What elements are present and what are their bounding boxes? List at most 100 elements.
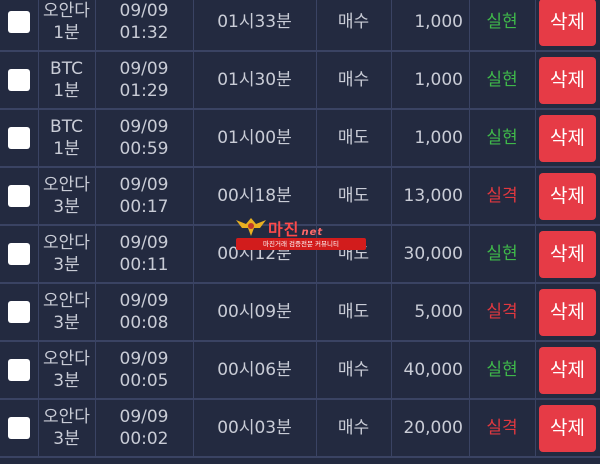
delete-button[interactable]: 삭제 [539,404,596,452]
delete-button[interactable]: 삭제 [539,114,596,162]
row-select-checkbox[interactable] [8,301,30,323]
delete-button[interactable]: 삭제 [539,230,596,278]
order-time: 01시00분 [217,128,292,148]
trade-amount: 1,000 [414,128,463,148]
order-time: 00시09분 [217,302,292,322]
trade-time: 01:32 [119,23,169,43]
row-select-cell [0,110,38,166]
datetime-cell: 09/09 01:29 [95,52,193,108]
trade-type: 매수 [337,360,370,380]
trade-type: 매도 [337,302,370,322]
market-interval: 3분 [53,255,80,275]
trade-result: 실현 [486,360,518,380]
market-interval: 1분 [53,81,80,101]
table-row: 오안다 3분 09/09 00:02 00시03분 매수 20,000 실격 삭… [0,400,600,458]
trade-amount: 13,000 [403,186,463,206]
delete-button[interactable]: 삭제 [539,172,596,220]
datetime-cell: 09/09 01:32 [95,0,193,50]
table-row: 오안다 3분 09/09 00:17 00시18분 매도 13,000 실격 삭… [0,168,600,226]
datetime-cell: 09/09 00:17 [95,168,193,224]
market-interval: 3분 [53,197,80,217]
delete-button[interactable]: 삭제 [539,56,596,104]
delete-cell: 삭제 [535,226,600,282]
datetime-cell: 09/09 00:02 [95,400,193,456]
row-select-cell [0,226,38,282]
table-row: BTC 1분 09/09 01:29 01시30분 매수 1,000 실현 삭제 [0,52,600,110]
delete-button[interactable]: 삭제 [539,346,596,394]
trade-result: 실현 [486,70,518,90]
market-cell: 오안다 3분 [38,342,95,398]
trade-amount: 40,000 [403,360,463,380]
trade-type: 매도 [337,128,370,148]
market-cell: 오안다 1분 [38,0,95,50]
table-row: 오안다 3분 09/09 00:08 00시09분 매도 5,000 실격 삭제 [0,284,600,342]
trade-date: 09/09 [119,117,169,137]
trade-time: 01:29 [119,81,169,101]
trade-amount: 30,000 [403,244,463,264]
trade-result: 실현 [486,128,518,148]
trade-type: 매수 [337,418,370,438]
order-time: 00시18분 [217,186,292,206]
row-select-checkbox[interactable] [8,11,30,33]
row-select-cell [0,284,38,340]
row-select-checkbox[interactable] [8,359,30,381]
trade-result: 실격 [486,186,518,206]
row-select-checkbox[interactable] [8,417,30,439]
trade-type: 매수 [337,70,370,90]
table-row: 오안다 1분 09/09 01:32 01시33분 매수 1,000 실현 삭제 [0,0,600,52]
delete-cell: 삭제 [535,400,600,456]
trade-date: 09/09 [119,1,169,21]
trade-date: 09/09 [119,407,169,427]
market-interval: 3분 [53,371,80,391]
trade-history-table: 오안다 1분 09/09 01:32 01시33분 매수 1,000 실현 삭제… [0,0,600,464]
trade-amount: 20,000 [403,418,463,438]
delete-cell: 삭제 [535,342,600,398]
row-select-checkbox[interactable] [8,243,30,265]
row-select-checkbox[interactable] [8,127,30,149]
delete-button[interactable]: 삭제 [539,0,596,46]
trade-amount: 1,000 [414,12,463,32]
row-select-checkbox[interactable] [8,185,30,207]
market-cell: 오안다 3분 [38,400,95,456]
trade-time: 00:17 [119,197,169,217]
trade-time: 00:02 [119,429,169,449]
delete-cell: 삭제 [535,0,600,50]
trade-time: 00:11 [119,255,169,275]
trade-amount: 1,000 [414,70,463,90]
trade-time: 00:05 [119,371,169,391]
market-name: 오안다 [43,291,90,311]
trade-date: 09/09 [119,175,169,195]
trade-type: 매도 [337,186,370,206]
delete-cell: 삭제 [535,168,600,224]
delete-button[interactable]: 삭제 [539,288,596,336]
trade-date: 09/09 [119,349,169,369]
table-row: 오안다 3분 09/09 00:11 00시12분 매도 30,000 실현 삭… [0,226,600,284]
order-time: 00시12분 [217,244,292,264]
market-cell: 오안다 3분 [38,284,95,340]
trade-rows: 오안다 1분 09/09 01:32 01시33분 매수 1,000 실현 삭제… [0,0,600,458]
row-select-cell [0,342,38,398]
trade-result: 실격 [486,302,518,322]
delete-cell: 삭제 [535,52,600,108]
datetime-cell: 09/09 00:08 [95,284,193,340]
trade-result: 실현 [486,12,518,32]
datetime-cell: 09/09 00:11 [95,226,193,282]
market-interval: 1분 [53,139,80,159]
trade-date: 09/09 [119,233,169,253]
table-row: BTC 1분 09/09 00:59 01시00분 매도 1,000 실현 삭제 [0,110,600,168]
market-name: 오안다 [43,1,90,21]
market-cell: 오안다 3분 [38,226,95,282]
row-select-cell [0,52,38,108]
row-select-cell [0,168,38,224]
datetime-cell: 09/09 00:59 [95,110,193,166]
order-time: 00시06분 [217,360,292,380]
datetime-cell: 09/09 00:05 [95,342,193,398]
market-cell: 오안다 3분 [38,168,95,224]
row-select-cell [0,0,38,50]
trade-result: 실격 [486,418,518,438]
trade-type: 매수 [337,12,370,32]
delete-cell: 삭제 [535,110,600,166]
row-select-checkbox[interactable] [8,69,30,91]
trade-amount: 5,000 [414,302,463,322]
trade-date: 09/09 [119,59,169,79]
